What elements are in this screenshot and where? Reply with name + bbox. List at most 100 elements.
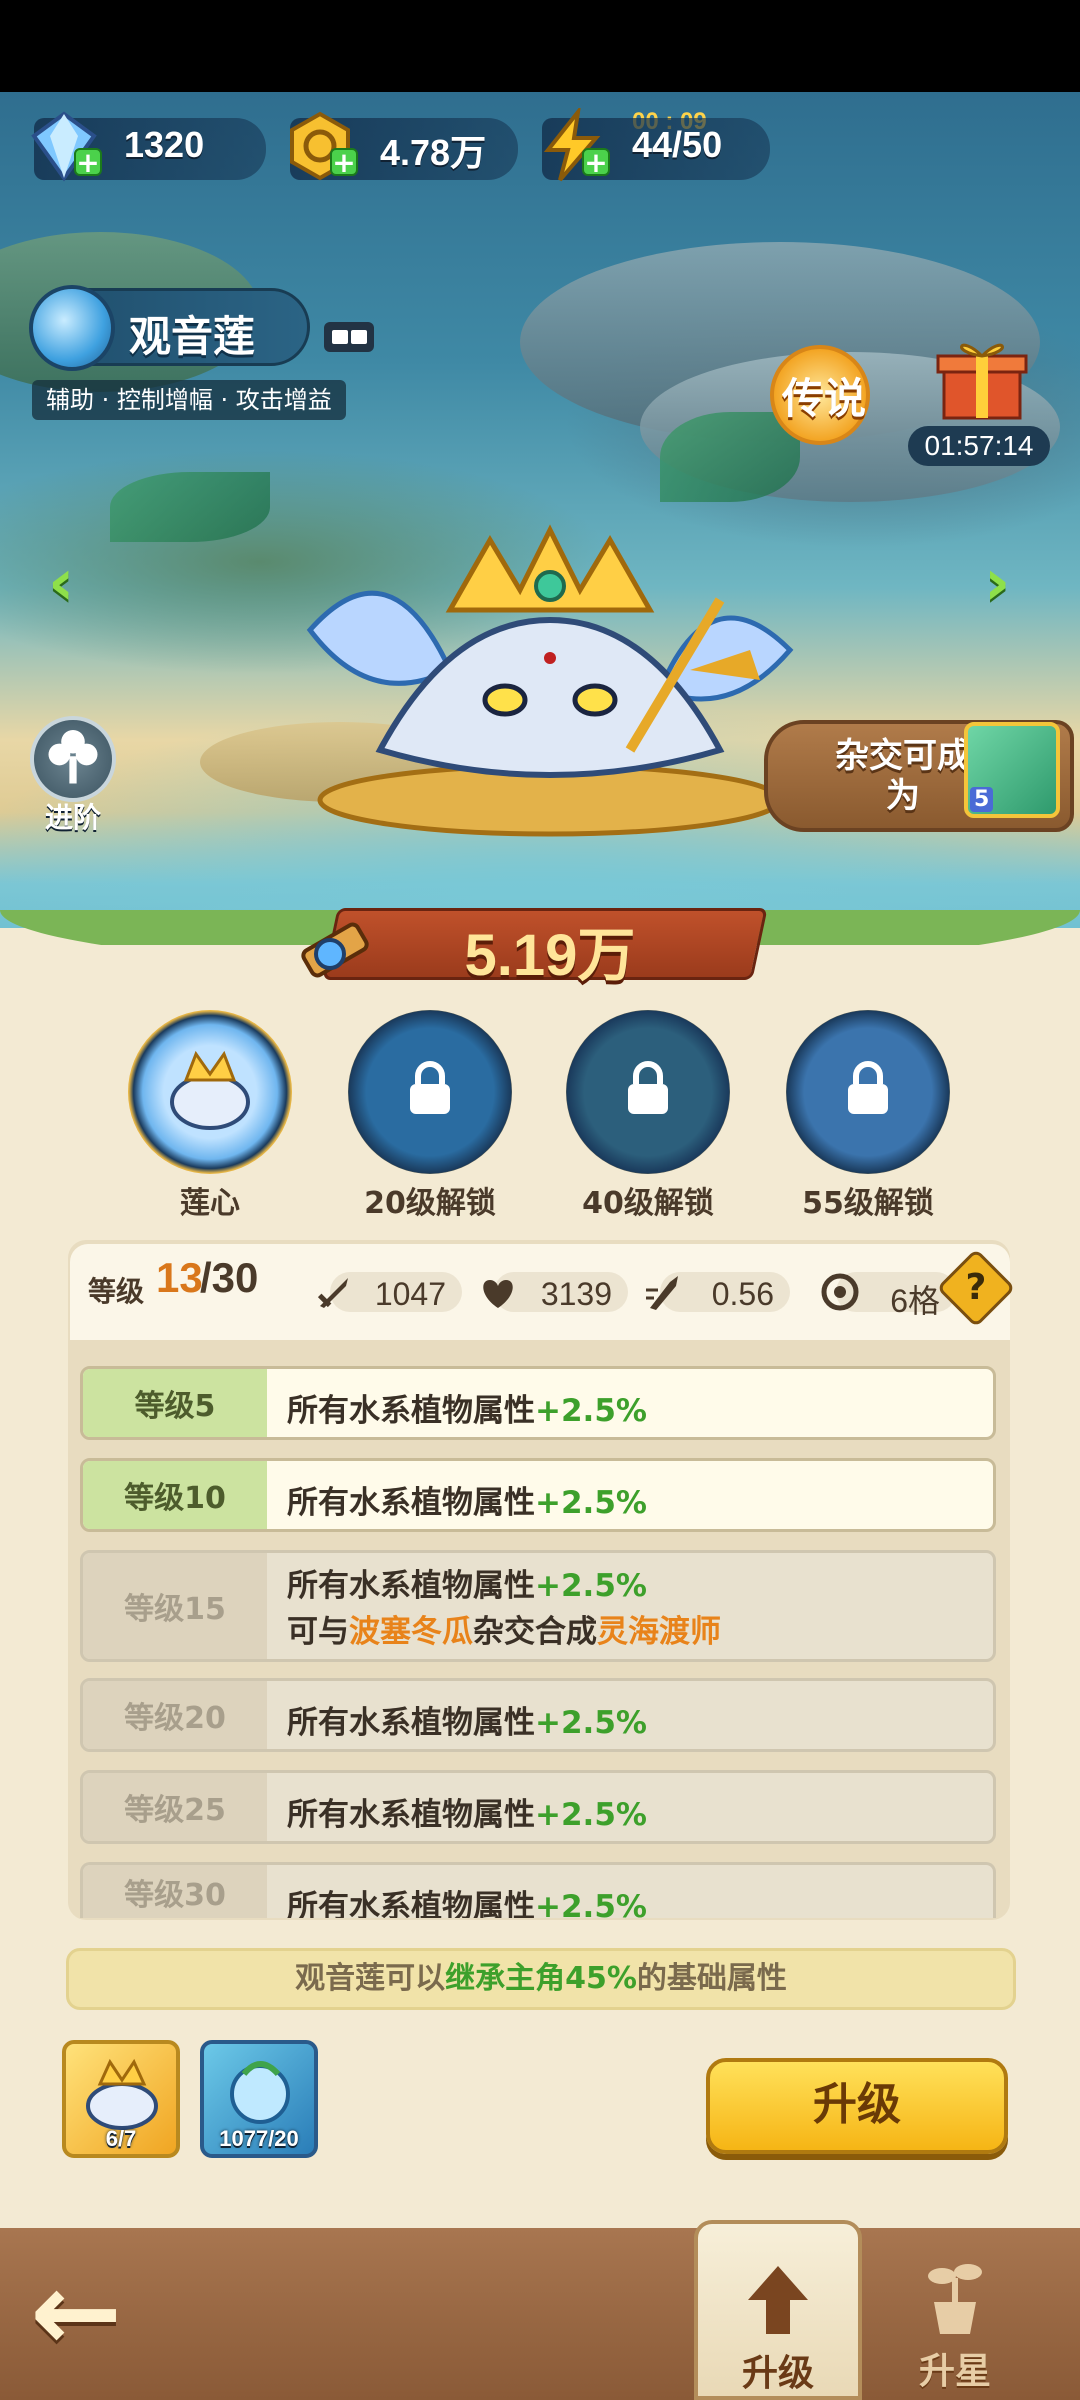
lock-icon [848,1061,888,1114]
inherit-highlight: 继承主角45% [445,1961,637,1996]
level-reward-row: 等级20 所有水系植物属性+2.5% [80,1678,996,1752]
add-coins-icon[interactable]: + [330,148,358,177]
tab-upgrade[interactable]: 升级 [694,2220,862,2400]
reward-text: 所有水系植物属性 [287,1485,535,1521]
hero-plant-character[interactable] [250,500,850,840]
reward-text: 所有水系植物属性 [287,1889,535,1918]
level-reward-row: 等级25 所有水系植物属性+2.5% [80,1770,996,1844]
level-reward-row: 等级5 所有水系植物属性+2.5% [80,1366,996,1440]
skill-slot-1[interactable] [128,1010,292,1174]
lock-icon [628,1061,668,1114]
energy-counter[interactable]: + 44/50 [542,108,770,182]
lotus-heart-icon [170,1050,250,1130]
hybrid-label: 杂交可成为 [835,736,971,816]
hp-stat: 3139 [483,1272,628,1312]
hybrid-card-count: 5 [970,787,994,812]
hp-value: 3139 [540,1276,612,1312]
gift-box-icon[interactable] [930,332,1034,422]
upgrade-button[interactable]: 升级 [706,2058,1008,2154]
heart-icon [483,1280,513,1308]
reward-text: 所有水系植物属性 [287,1393,535,1429]
reward-bonus: +2.5% [535,1797,647,1833]
lock-icon [410,1061,450,1114]
reward-bonus: +2.5% [535,1889,647,1918]
combat-power-banner: 5.19万 [290,894,770,990]
tree-icon [48,729,98,784]
level-reward-row: 等级10 所有水系植物属性+2.5% [80,1458,996,1532]
shard-count: 6/7 [105,2126,137,2151]
essence-count: 1077/20 [219,2126,299,2151]
level-current: 13 [156,1254,203,1301]
attack-value: 1047 [374,1276,446,1312]
hero-name-badge: 观音莲 [29,285,310,371]
coins-counter[interactable]: + 4.78万 [290,111,518,181]
tab-star-label: 升星 [918,2351,991,2392]
skill-label-1: 莲心 [180,1186,240,1221]
reward-bonus: +2.5% [535,1485,647,1521]
next-hero-arrow-icon[interactable]: › [984,550,1034,616]
skill-slot-3[interactable] [566,1010,730,1174]
range-stat: 6格 [821,1272,956,1319]
tab-star-up[interactable]: 升星 [880,2236,1030,2400]
combat-power-value: 5.19万 [464,923,636,988]
rarity-label: 传说 [781,374,866,423]
reward-level: 等级30 [83,1865,267,1918]
inherit-text-a: 观音莲可以 [295,1961,446,1996]
gems-value: 1320 [124,124,205,165]
reward-level: 等级10 [83,1461,267,1529]
speed-stat: 0.56 [646,1272,790,1312]
add-gems-icon[interactable]: + [74,148,102,177]
skill-slot-4[interactable] [786,1010,950,1174]
speed-value: 0.56 [711,1276,774,1312]
hero-tags: 辅助 · 控制增幅 · 攻击增益 [32,380,346,420]
hybrid-button[interactable]: 杂交可成为 5 [764,720,1074,832]
status-bar [0,0,1080,92]
reward-level: 等级20 [83,1681,267,1749]
skill-label-2: 20级解锁 [364,1186,496,1221]
reward-hybrid-partner: 波塞冬瓜 [349,1614,473,1650]
coins-value: 4.78万 [380,132,487,173]
reward-hybrid-result: 灵海渡师 [597,1614,721,1650]
water-element-icon [29,285,115,371]
gift-timer: 01:57:14 [908,426,1050,466]
reward-bonus: +2.5% [535,1705,647,1741]
level-reward-row: 等级30 所有水系植物属性+2.5% [80,1862,996,1918]
level-reward-row: 等级15 所有水系植物属性+2.5% 可与波塞冬瓜杂交合成灵海渡师 [80,1550,996,1662]
skill-slot-2[interactable] [348,1010,512,1174]
rarity-badge: 传说 [770,345,870,445]
level-max: /30 [200,1254,259,1301]
sword-icon [317,1278,348,1308]
upgrade-arrow-icon [748,2266,808,2334]
range-target-icon [821,1273,859,1311]
advance-button[interactable] [30,716,116,802]
hybrid-result-card: 5 [964,722,1060,818]
energy-value: 44/50 [632,124,723,165]
view-toggle-icon[interactable] [324,322,374,352]
skill-label-3: 40级解锁 [582,1186,714,1221]
advance-label: 进阶 [44,801,101,834]
reward-bonus: +2.5% [535,1568,647,1604]
prev-hero-arrow-icon[interactable]: ‹ [48,550,98,616]
reward-text: 所有水系植物属性 [287,1705,535,1741]
add-energy-icon[interactable]: + [582,148,610,177]
reward-bonus: +2.5% [535,1393,647,1429]
tab-upgrade-label: 升级 [741,2353,814,2394]
range-value: 6格 [890,1283,940,1319]
reward-level: 等级5 [83,1369,267,1437]
reward-hybrid-prefix: 可与 [287,1614,349,1650]
reward-level: 等级15 [83,1553,267,1659]
attack-speed-icon [646,1276,678,1310]
shard-item[interactable]: 6/7 [62,2040,180,2158]
hero-shard-icon [86,2058,158,2130]
gems-counter[interactable]: + 1320 [31,111,266,182]
level-label: 等级 [88,1275,145,1308]
reward-level: 等级25 [83,1773,267,1841]
water-essence-item[interactable]: 1077/20 [200,2040,318,2158]
reward-hybrid-mid: 杂交合成 [473,1614,597,1650]
inherit-info: 观音莲可以继承主角45%的基础属性 [66,1948,1016,2010]
water-essence-icon [230,2061,290,2124]
reward-text: 所有水系植物属性 [287,1797,535,1833]
help-icon: ? [965,1267,987,1308]
inherit-text-c: 的基础属性 [636,1961,787,1996]
back-arrow-icon[interactable]: ← [30,2257,150,2367]
